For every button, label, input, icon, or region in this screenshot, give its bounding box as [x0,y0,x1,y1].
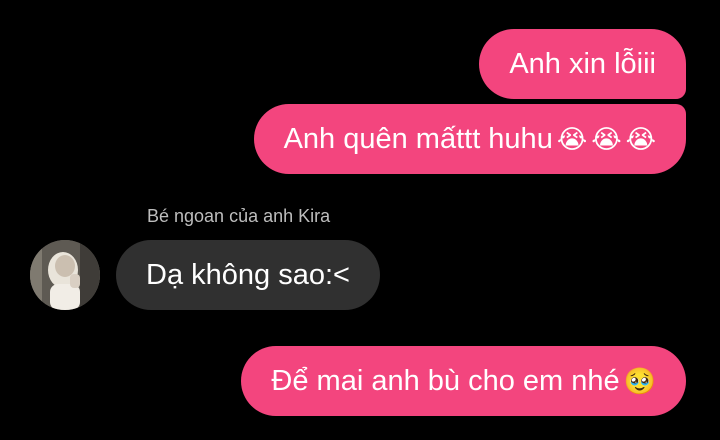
incoming-message[interactable]: Dạ không sao:< [116,240,380,310]
avatar[interactable] [30,240,100,310]
outgoing-message[interactable]: Anh quên mấttt huhu 😭 😭 😭 [253,104,686,174]
sender-name: Bé ngoan của anh Kira [147,206,331,226]
outgoing-message[interactable]: Anh xin lỗiii [479,29,686,99]
chat-thread: Anh xin lỗiii Anh quên mấttt huhu 😭 😭 😭 … [0,0,720,440]
face-holding-back-tears-icon: 🥹 [623,366,656,396]
loudly-crying-face-icon: 😭 [556,124,588,154]
loudly-crying-face-icon: 😭 [625,124,656,154]
outgoing-message[interactable]: Để mai anh bù cho em nhé 🥹 [241,346,686,416]
loudly-crying-face-icon: 😭 [591,124,622,154]
message-text: Anh quên mấttt huhu [283,122,553,155]
message-text: Để mai anh bù cho em nhé [271,364,620,397]
avatar-photo [30,240,100,310]
message-text: Dạ không sao:< [146,258,350,291]
message-text: Anh xin lỗiii [509,47,656,80]
